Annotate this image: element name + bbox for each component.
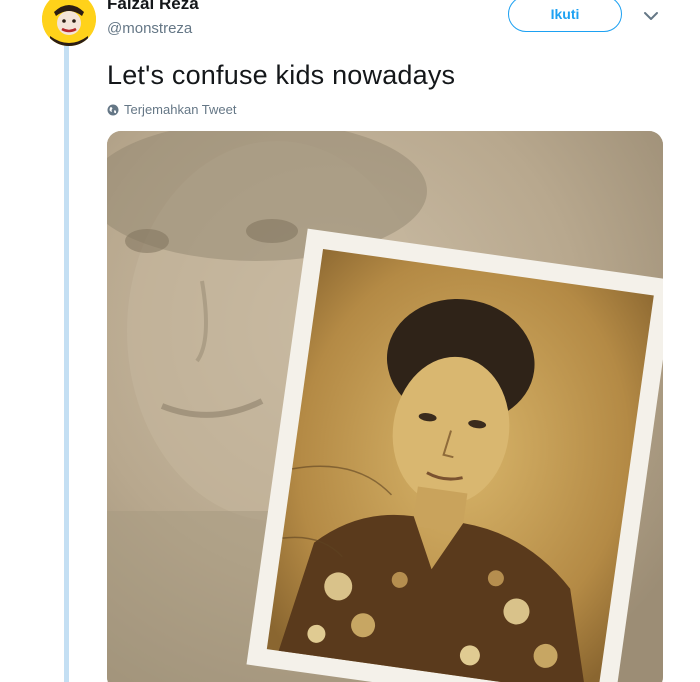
tweet: Faizal Reza @monstreza Ikuti Let's confu… [0, 0, 700, 682]
translate-label: Terjemahkan Tweet [124, 102, 237, 117]
translate-tweet-link[interactable]: Terjemahkan Tweet [107, 102, 237, 117]
tweet-photo[interactable] [107, 131, 663, 682]
avatar-illustration [42, 0, 96, 46]
chevron-down-icon[interactable] [640, 7, 662, 25]
follow-button[interactable]: Ikuti [508, 0, 622, 32]
tweet-text: Let's confuse kids nowadays [107, 60, 456, 90]
avatar[interactable] [42, 0, 96, 46]
photo-image [107, 131, 663, 682]
user-handle[interactable]: @monstreza [107, 20, 192, 37]
display-name[interactable]: Faizal Reza [107, 0, 199, 14]
globe-icon [107, 104, 119, 115]
thread-line [64, 44, 69, 682]
